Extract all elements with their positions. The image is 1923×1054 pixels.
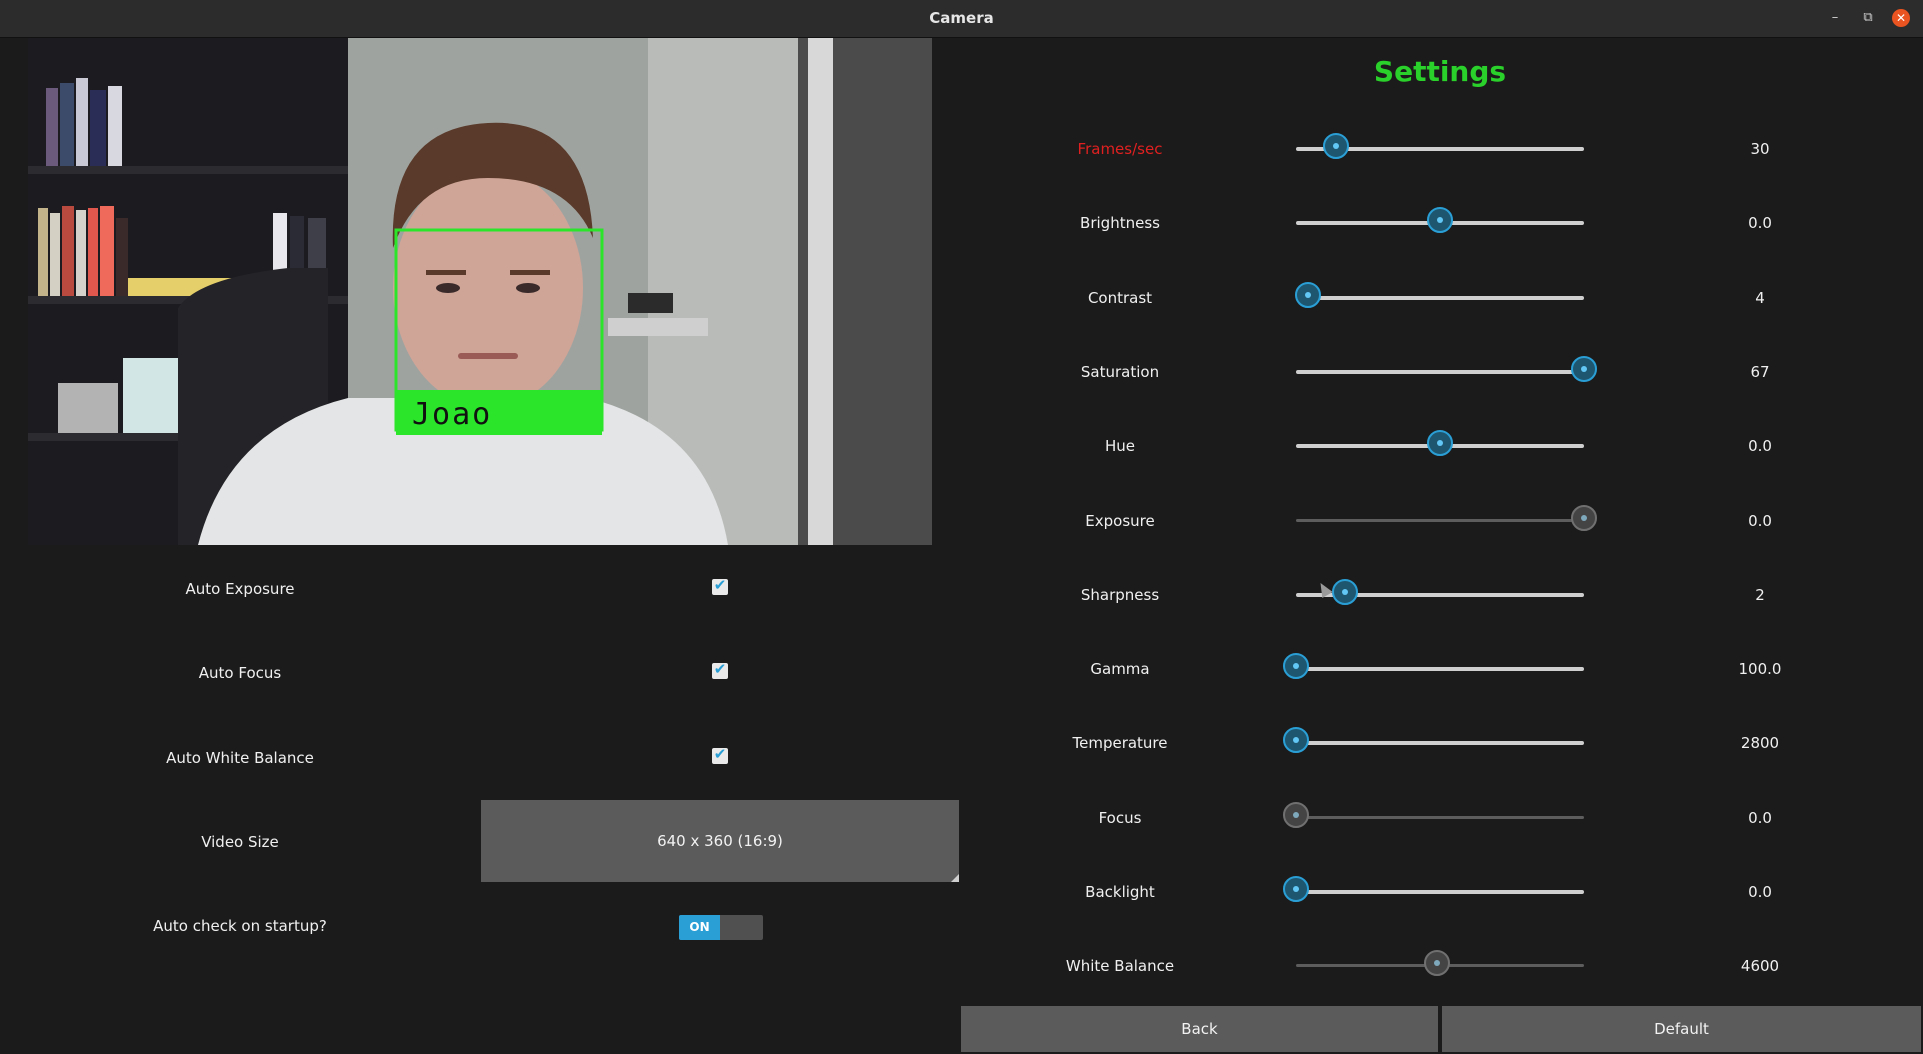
auto-exposure-checkbox[interactable]: ✔ bbox=[712, 576, 728, 595]
camera-preview: Joao bbox=[28, 38, 932, 545]
slider-row-temperature: Temperature 2800 bbox=[960, 723, 1923, 763]
exposure-slider-handle[interactable] bbox=[1571, 505, 1597, 531]
auto-focus-label: Auto Focus bbox=[198, 664, 282, 682]
sharpness-value: 2 bbox=[1755, 586, 1765, 604]
temperature-label: Temperature bbox=[1072, 734, 1168, 752]
face-label: Joao bbox=[412, 397, 493, 432]
backlight-label: Backlight bbox=[1085, 883, 1155, 901]
saturation-slider-handle[interactable] bbox=[1571, 356, 1597, 382]
focus-slider-handle[interactable] bbox=[1283, 802, 1309, 828]
slider-row-contrast: Contrast 4 bbox=[960, 278, 1923, 318]
video-size-select[interactable]: 640 x 360 (16:9) bbox=[481, 800, 959, 882]
hue-label: Hue bbox=[1104, 437, 1135, 455]
backlight-value: 0.0 bbox=[1748, 883, 1772, 901]
slider-row-saturation: Saturation 67 bbox=[960, 352, 1923, 392]
gamma-value: 100.0 bbox=[1738, 660, 1782, 678]
auto-white-balance-label: Auto White Balance bbox=[166, 749, 314, 767]
auto-exposure-label: Auto Exposure bbox=[185, 580, 295, 598]
backlight-slider-track[interactable] bbox=[1296, 890, 1584, 894]
brightness-label: Brightness bbox=[1080, 214, 1160, 232]
resize-corner-icon bbox=[951, 874, 959, 882]
exposure-value: 0.0 bbox=[1748, 512, 1772, 530]
hue-value: 0.0 bbox=[1748, 437, 1772, 455]
sharpness-slider-handle[interactable] bbox=[1332, 579, 1358, 605]
slider-row-gamma: Gamma 100.0 bbox=[960, 649, 1923, 689]
frames-sec-value: 30 bbox=[1750, 140, 1770, 158]
temperature-value: 2800 bbox=[1740, 734, 1780, 752]
exposure-label: Exposure bbox=[1085, 512, 1155, 530]
title-bar: Camera – ⧉ ✕ bbox=[0, 0, 1923, 38]
slider-row-frames-sec: Frames/sec 30 bbox=[960, 129, 1923, 169]
video-size-value: 640 x 360 (16:9) bbox=[657, 832, 783, 850]
slider-row-hue: Hue 0.0 bbox=[960, 426, 1923, 466]
contrast-slider-handle[interactable] bbox=[1295, 282, 1321, 308]
saturation-label: Saturation bbox=[1080, 363, 1160, 381]
focus-label: Focus bbox=[1098, 809, 1142, 827]
frames-sec-slider-handle[interactable] bbox=[1323, 133, 1349, 159]
hue-slider-handle[interactable] bbox=[1427, 430, 1453, 456]
contrast-label: Contrast bbox=[1087, 289, 1153, 307]
temperature-slider-track[interactable] bbox=[1296, 741, 1584, 745]
close-icon[interactable]: ✕ bbox=[1892, 9, 1910, 27]
sharpness-label: Sharpness bbox=[1080, 586, 1160, 604]
backlight-slider-handle[interactable] bbox=[1283, 876, 1309, 902]
window-title: Camera bbox=[929, 9, 994, 27]
contrast-value: 4 bbox=[1755, 289, 1765, 307]
toggle-on-label: ON bbox=[679, 915, 720, 940]
frames-sec-label: Frames/sec bbox=[1077, 140, 1163, 158]
minimize-icon[interactable]: – bbox=[1826, 9, 1844, 27]
focus-value: 0.0 bbox=[1748, 809, 1772, 827]
camera-window: Camera – ⧉ ✕ Joao Auto Exposure ✔ Auto F… bbox=[0, 0, 1923, 1054]
slider-row-brightness: Brightness 0.0 bbox=[960, 203, 1923, 243]
gamma-slider-track[interactable] bbox=[1296, 667, 1584, 671]
focus-slider-track[interactable] bbox=[1296, 816, 1584, 819]
check-icon: ✔ bbox=[713, 576, 727, 594]
slider-row-sharpness: Sharpness 2 bbox=[960, 575, 1923, 615]
slider-row-exposure: Exposure 0.0 bbox=[960, 501, 1923, 541]
white-balance-label: White Balance bbox=[1065, 957, 1175, 975]
white-balance-value: 4600 bbox=[1740, 957, 1780, 975]
auto-focus-checkbox[interactable]: ✔ bbox=[712, 660, 728, 679]
gamma-slider-handle[interactable] bbox=[1283, 653, 1309, 679]
slider-row-focus: Focus 0.0 bbox=[960, 798, 1923, 838]
auto-check-label: Auto check on startup? bbox=[153, 917, 327, 935]
saturation-slider-track[interactable] bbox=[1296, 370, 1584, 374]
default-button[interactable]: Default bbox=[1442, 1006, 1921, 1052]
check-icon: ✔ bbox=[713, 660, 727, 678]
restore-icon[interactable]: ⧉ bbox=[1859, 9, 1877, 27]
settings-title: Settings bbox=[1373, 55, 1507, 88]
auto-white-balance-checkbox[interactable]: ✔ bbox=[712, 745, 728, 764]
check-icon: ✔ bbox=[713, 745, 727, 763]
video-size-label: Video Size bbox=[201, 833, 279, 851]
auto-check-toggle[interactable]: ON bbox=[679, 915, 763, 940]
slider-row-white-balance: White Balance 4600 bbox=[960, 946, 1923, 986]
saturation-value: 67 bbox=[1750, 363, 1770, 381]
contrast-slider-track[interactable] bbox=[1296, 296, 1584, 300]
camera-frame-image bbox=[28, 38, 932, 545]
back-button[interactable]: Back bbox=[961, 1006, 1438, 1052]
exposure-slider-track[interactable] bbox=[1296, 519, 1584, 522]
slider-row-backlight: Backlight 0.0 bbox=[960, 872, 1923, 912]
white-balance-slider-handle[interactable] bbox=[1424, 950, 1450, 976]
brightness-value: 0.0 bbox=[1748, 214, 1772, 232]
brightness-slider-handle[interactable] bbox=[1427, 207, 1453, 233]
gamma-label: Gamma bbox=[1090, 660, 1150, 678]
temperature-slider-handle[interactable] bbox=[1283, 727, 1309, 753]
